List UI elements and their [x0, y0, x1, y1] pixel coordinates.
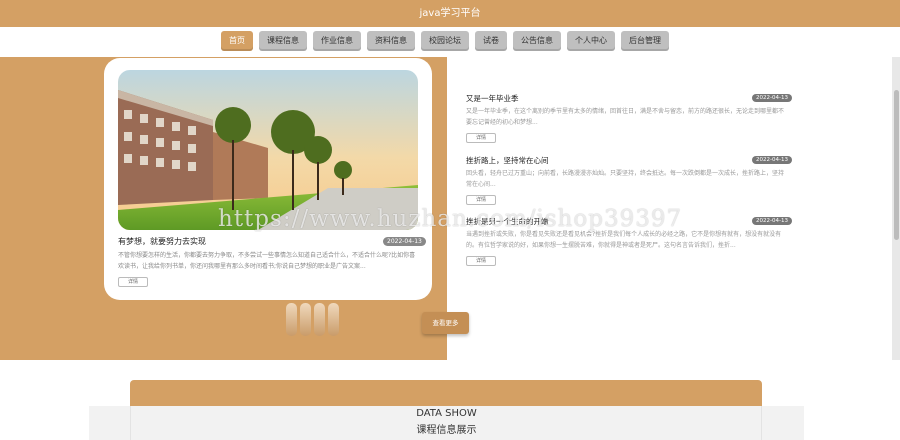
- news-description: 回头看，轻舟已过万重山；向前看，长路漫漫亦灿灿。只要坚持，终会抵达。每一次跌倒都…: [466, 170, 784, 188]
- site-title: java学习平台: [419, 8, 481, 19]
- nav-item-materials[interactable]: 资料信息: [367, 31, 415, 51]
- news-title[interactable]: 挫折路上，坚持常在心间: [466, 155, 549, 166]
- nav-item-admin[interactable]: 后台管理: [621, 31, 669, 51]
- news-description: 又是一年毕业季，在这个离别的季节里有太多的情绪，回首往日，满是不舍与留恋，前方的…: [466, 108, 784, 126]
- news-date-badge: 2022-04-13: [752, 94, 792, 102]
- carousel-dot[interactable]: [300, 303, 311, 336]
- section-title-cn: 课程信息展示: [416, 425, 477, 436]
- carousel-indicators: [286, 303, 339, 336]
- nav-item-homework[interactable]: 作业信息: [313, 31, 361, 51]
- feature-description: 不管你想要怎样的生活，你都要去努力争取，不多尝试一些事情怎么知道自己适合什么，不…: [118, 252, 416, 270]
- news-detail-button[interactable]: 详情: [466, 133, 496, 143]
- carousel-dot[interactable]: [328, 303, 339, 336]
- nav-item-profile[interactable]: 个人中心: [567, 31, 615, 51]
- section-title-en: DATA SHOW: [416, 408, 477, 419]
- scrollbar-thumb[interactable]: [894, 90, 899, 240]
- news-description: 当遇到挫折或失败，你是看见失败还是看见机会?挫折是我们每个人成长的必经之路，它不…: [466, 231, 782, 249]
- feature-date-badge: 2022-04-13: [383, 237, 426, 246]
- nav-item-exam[interactable]: 试卷: [475, 31, 507, 51]
- feature-title[interactable]: 有梦想，就要努力去实现: [118, 236, 206, 247]
- news-date-badge: 2022-04-13: [752, 217, 792, 225]
- nav-item-notices[interactable]: 公告信息: [513, 31, 561, 51]
- main-nav: 首页 课程信息 作业信息 资料信息 校园论坛 试卷 公告信息 个人中心 后台管理: [221, 31, 669, 51]
- news-title[interactable]: 又是一年毕业季: [466, 93, 519, 104]
- feature-detail-button[interactable]: 详情: [118, 277, 148, 287]
- carousel-dot[interactable]: [314, 303, 325, 336]
- watermark-text: https://www.huzhan.com/ishop39397: [218, 206, 683, 232]
- carousel-dot[interactable]: [286, 303, 297, 336]
- news-detail-button[interactable]: 详情: [466, 256, 496, 266]
- view-more-button[interactable]: 查看更多: [422, 312, 469, 334]
- news-date-badge: 2022-04-13: [752, 156, 792, 164]
- nav-item-forum[interactable]: 校园论坛: [421, 31, 469, 51]
- nav-item-courses[interactable]: 课程信息: [259, 31, 307, 51]
- nav-item-home[interactable]: 首页: [221, 31, 253, 51]
- news-detail-button[interactable]: 详情: [466, 195, 496, 205]
- section-header-bar: [130, 380, 762, 406]
